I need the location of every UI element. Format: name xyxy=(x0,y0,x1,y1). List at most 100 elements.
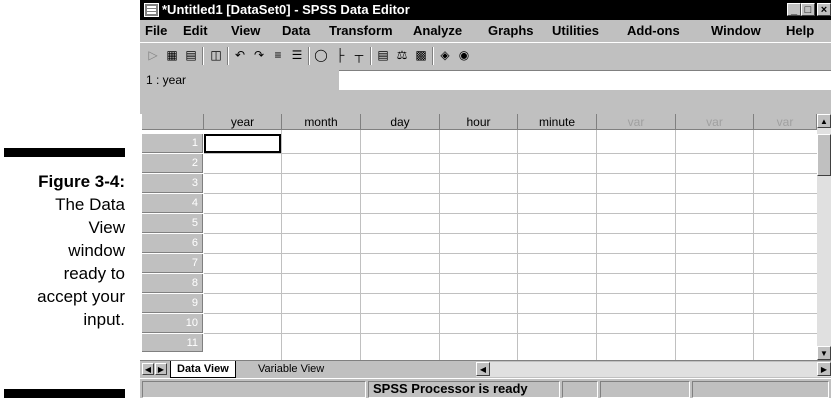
menu-add-ons[interactable]: Add-ons xyxy=(627,20,680,42)
status-panel xyxy=(142,381,366,398)
title-bar[interactable]: *Untitled1 [DataSet0] - SPSS Data Editor… xyxy=(140,0,831,20)
spss-app-icon[interactable] xyxy=(144,3,159,17)
grid-row-line xyxy=(204,153,817,154)
insert-cases-icon[interactable]: ├ xyxy=(331,46,349,64)
goto-case-icon[interactable]: ≡ xyxy=(269,46,287,64)
save-icon[interactable]: ▦ xyxy=(163,46,181,64)
spss-data-editor-window: *Untitled1 [DataSet0] - SPSS Data Editor… xyxy=(140,0,831,398)
horizontal-scrollbar[interactable]: ◀ ▶ xyxy=(476,362,831,377)
grid-column-line xyxy=(439,130,440,360)
caption-line: The Data xyxy=(55,195,125,214)
menu-view[interactable]: View xyxy=(231,20,260,42)
window-title: *Untitled1 [DataSet0] - SPSS Data Editor xyxy=(162,2,410,17)
undo-icon[interactable]: ↶ xyxy=(231,46,249,64)
menu-graphs[interactable]: Graphs xyxy=(488,20,534,42)
row-header[interactable]: 9 xyxy=(142,294,203,313)
menu-help[interactable]: Help xyxy=(786,20,814,42)
row-header[interactable]: 7 xyxy=(142,254,203,273)
grid-row-line xyxy=(204,233,817,234)
grid-row-line xyxy=(204,213,817,214)
print-icon[interactable]: ▤ xyxy=(182,46,200,64)
grid-row-line xyxy=(204,173,817,174)
tab-scroll-right-icon[interactable]: ▶ xyxy=(155,363,167,375)
toolbar-separator xyxy=(227,47,229,65)
toolbar-separator xyxy=(432,47,434,65)
grid-column-line xyxy=(517,130,518,360)
caption-rule-top xyxy=(4,148,125,157)
row-header[interactable]: 2 xyxy=(142,154,203,173)
scroll-down-arrow-icon[interactable]: ▼ xyxy=(817,346,831,360)
minimize-button[interactable]: _ xyxy=(787,3,801,16)
insert-variable-icon[interactable]: ┬ xyxy=(350,46,368,64)
scroll-left-arrow-icon[interactable]: ◀ xyxy=(476,362,490,376)
grid-column-line xyxy=(675,130,676,360)
tab-scroll-left-icon[interactable]: ◀ xyxy=(142,363,154,375)
menu-utilities[interactable]: Utilities xyxy=(552,20,599,42)
vertical-scrollbar[interactable]: ▲ ▼ xyxy=(817,114,831,360)
grid-column-line xyxy=(596,130,597,360)
row-header[interactable]: 10 xyxy=(142,314,203,333)
status-panel xyxy=(600,381,690,398)
toolbar-separator xyxy=(370,47,372,65)
figure-label: Figure 3-4: xyxy=(38,172,125,191)
scroll-right-arrow-icon[interactable]: ▶ xyxy=(817,362,831,376)
row-header[interactable]: 11 xyxy=(142,334,203,352)
column-header-var[interactable]: var xyxy=(754,114,817,130)
toolbar: ▷ ▦ ▤ ◫ ↶ ↷ ≡ ☰ ◯ ├ ┬ ▤ ⚖ ▩ ◈ ◉ xyxy=(140,42,831,68)
menu-data[interactable]: Data xyxy=(282,20,310,42)
dialog-recall-icon[interactable]: ◫ xyxy=(207,46,225,64)
grid-row-line xyxy=(204,293,817,294)
column-header-day[interactable]: day xyxy=(361,114,440,130)
variables-icon[interactable]: ☰ xyxy=(288,46,306,64)
menu-bar: File Edit View Data Transform Analyze Gr… xyxy=(140,20,831,42)
tab-data-view[interactable]: Data View xyxy=(170,361,236,378)
column-header-year[interactable]: year xyxy=(204,114,282,130)
active-cell[interactable] xyxy=(204,134,281,153)
tab-variable-view[interactable]: Variable View xyxy=(252,361,330,378)
toolbar-separator xyxy=(308,47,310,65)
column-header-var[interactable]: var xyxy=(676,114,754,130)
grid-column-line xyxy=(281,130,282,360)
value-labels-icon[interactable]: ◈ xyxy=(436,46,454,64)
cell-value-editor[interactable] xyxy=(339,70,831,90)
toolbar-separator xyxy=(202,47,204,65)
menu-edit[interactable]: Edit xyxy=(183,20,208,42)
figure-caption: Figure 3-4: The Data View window ready t… xyxy=(0,170,125,331)
column-header-var[interactable]: var xyxy=(597,114,676,130)
row-header[interactable]: 8 xyxy=(142,274,203,293)
use-sets-icon[interactable]: ◉ xyxy=(455,46,473,64)
status-bar: SPSS Processor is ready xyxy=(140,378,831,398)
row-header[interactable]: 3 xyxy=(142,174,203,193)
grid-row-line xyxy=(204,333,817,334)
row-header[interactable]: 5 xyxy=(142,214,203,233)
grid-row-line xyxy=(204,193,817,194)
column-header-month[interactable]: month xyxy=(282,114,361,130)
row-header[interactable]: 6 xyxy=(142,234,203,253)
open-icon[interactable]: ▷ xyxy=(144,46,162,64)
scroll-up-arrow-icon[interactable]: ▲ xyxy=(817,114,831,128)
caption-rule-bottom xyxy=(4,389,125,398)
row-header[interactable]: 4 xyxy=(142,194,203,213)
caption-line: View xyxy=(88,218,125,237)
menu-transform[interactable]: Transform xyxy=(329,20,393,42)
grid-column-line xyxy=(360,130,361,360)
menu-file[interactable]: File xyxy=(145,20,167,42)
menu-window[interactable]: Window xyxy=(711,20,761,42)
redo-icon[interactable]: ↷ xyxy=(250,46,268,64)
row-header[interactable]: 1 xyxy=(142,134,203,153)
find-icon[interactable]: ◯ xyxy=(312,46,330,64)
corner-header[interactable] xyxy=(142,114,204,130)
grid-row-line xyxy=(204,273,817,274)
select-cases-icon[interactable]: ▩ xyxy=(412,46,430,64)
split-file-icon[interactable]: ▤ xyxy=(374,46,392,64)
vertical-scroll-thumb[interactable] xyxy=(817,134,831,176)
grid-row-line xyxy=(204,253,817,254)
close-button[interactable]: × xyxy=(817,3,831,16)
menu-analyze[interactable]: Analyze xyxy=(413,20,462,42)
grid-row-line xyxy=(204,313,817,314)
column-header-hour[interactable]: hour xyxy=(440,114,518,130)
weight-cases-icon[interactable]: ⚖ xyxy=(393,46,411,64)
grid-column-line xyxy=(753,130,754,360)
maximize-button[interactable]: □ xyxy=(801,3,815,16)
column-header-minute[interactable]: minute xyxy=(518,114,597,130)
